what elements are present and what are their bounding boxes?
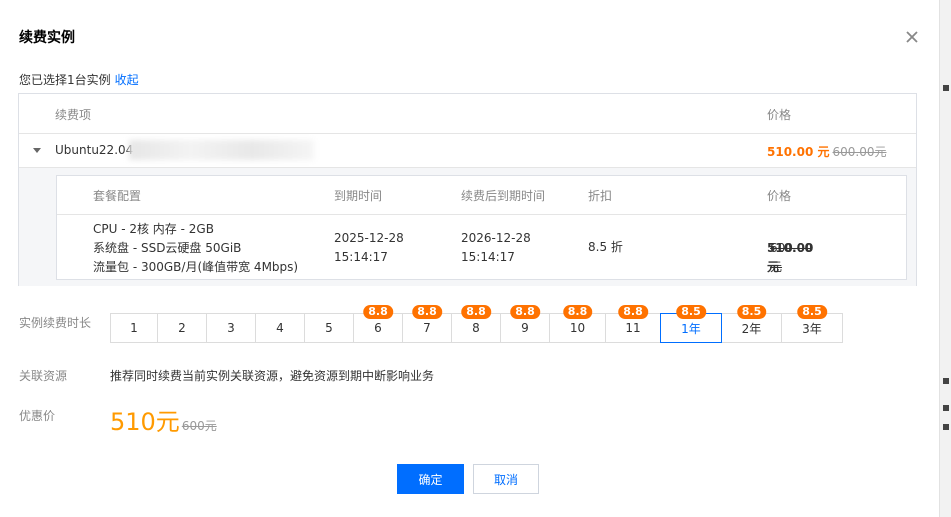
background-mark — [943, 85, 949, 91]
selected-info: 您已选择1台实例 收起 — [19, 71, 139, 88]
collapse-link[interactable]: 收起 — [115, 73, 139, 87]
config-disk: 系统盘 - SSD云硬盘 50GiB — [93, 241, 242, 255]
price-now: 510.00 元 — [767, 145, 830, 159]
dialog-title: 续费实例 — [19, 30, 75, 46]
discount-price-now: 510元 — [110, 408, 180, 436]
duration-option-label: 8 — [472, 321, 480, 335]
header-price: 价格 — [767, 189, 792, 203]
price-original: 600.00元 — [770, 241, 812, 274]
row-detail-panel: 套餐配置 到期时间 续费后到期时间 折扣 价格 CPU - 2核 内存 - 2G… — [19, 168, 916, 286]
config-cpu-memory: CPU - 2核 内存 - 2GB — [93, 222, 214, 236]
duration-option[interactable]: 7 8.8 — [402, 305, 452, 343]
header-price: 价格 — [767, 108, 792, 122]
background-mark — [943, 378, 949, 384]
discount-badge: 8.5 — [736, 305, 767, 319]
duration-option[interactable]: 3年 8.5 — [781, 305, 843, 343]
duration-option[interactable]: 4 — [255, 313, 305, 343]
discount-price: 510元 600元 — [110, 402, 217, 437]
duration-option[interactable]: 2 — [157, 313, 207, 343]
duration-option-label: 1 — [130, 321, 138, 335]
background-mark — [943, 405, 949, 411]
duration-option-label: 5 — [325, 321, 333, 335]
duration-option-label: 2 — [178, 321, 186, 335]
header-discount: 折扣 — [588, 189, 613, 203]
table-row: Ubuntu22.04 510.00 元 600.00元 — [19, 134, 916, 168]
duration-option[interactable]: 9 8.8 — [500, 305, 550, 343]
expire-date: 2025-12-28 — [334, 231, 404, 245]
expire-time: 15:14:17 — [334, 250, 388, 264]
related-resources-label: 关联资源 — [19, 369, 68, 383]
config-table: 套餐配置 到期时间 续费后到期时间 折扣 价格 CPU - 2核 内存 - 2G… — [56, 175, 907, 280]
header-renew-expire: 续费后到期时间 — [461, 189, 546, 203]
header-config: 套餐配置 — [93, 189, 142, 203]
discount-price-label: 优惠价 — [19, 409, 56, 423]
header-expire: 到期时间 — [334, 189, 383, 203]
cancel-button[interactable]: 取消 — [473, 464, 539, 494]
duration-selector: 1 2 3 4 5 6 8.8 7 8.8 8 8.8 9 8.8 10 8.8 11 8.8 1年 8.5 2年 8.… — [110, 305, 843, 343]
discount-price-original: 600元 — [181, 419, 217, 433]
selected-count-text: 您已选择1台实例 — [19, 73, 111, 87]
duration-option[interactable]: 5 — [304, 313, 354, 343]
duration-option[interactable]: 6 8.8 — [353, 305, 403, 343]
renew-items-table: 续费项 价格 Ubuntu22.04 510.00 元 600.00元 套餐配置 … — [18, 93, 917, 286]
instance-name: Ubuntu22.04 — [55, 143, 134, 157]
redacted-region — [129, 140, 314, 160]
duration-option-label: 2年 — [741, 321, 762, 336]
expand-caret-icon[interactable] — [33, 148, 41, 153]
renew-expire-time: 15:14:17 — [461, 250, 515, 264]
discount-badge: 8.8 — [562, 305, 593, 319]
header-renew-item: 续费项 — [55, 108, 92, 122]
duration-option-label: 9 — [521, 321, 529, 335]
discount-badge: 8.8 — [461, 305, 491, 319]
duration-option-label: 10 — [569, 321, 586, 335]
config-table-header: 套餐配置 到期时间 续费后到期时间 折扣 价格 — [57, 176, 906, 215]
background-window-edge — [939, 0, 951, 517]
close-icon[interactable] — [903, 28, 921, 46]
price-original: 600.00元 — [832, 145, 887, 159]
related-resources-text: 推荐同时续费当前实例关联资源，避免资源到期中断影响业务 — [110, 369, 435, 383]
duration-option-label: 3 — [227, 321, 235, 335]
table-header: 续费项 价格 — [19, 94, 916, 134]
config-traffic: 流量包 - 300GB/月(峰值带宽 4Mbps) — [93, 260, 299, 274]
duration-option-label: 4 — [276, 321, 284, 335]
duration-option-label: 1年 — [681, 321, 701, 336]
discount-badge: 8.5 — [797, 305, 827, 319]
discount-badge: 8.5 — [676, 305, 706, 319]
duration-option-label: 3年 — [802, 321, 822, 336]
duration-option[interactable]: 3 — [206, 313, 256, 343]
duration-option[interactable]: 1年 8.5 — [660, 305, 722, 343]
duration-option[interactable]: 8 8.8 — [451, 305, 501, 343]
discount-badge: 8.8 — [618, 305, 648, 319]
discount-badge: 8.8 — [510, 305, 540, 319]
duration-option-label: 7 — [423, 321, 431, 335]
renew-dialog: 续费实例 您已选择1台实例 收起 续费项 价格 Ubuntu22.04 510.0… — [0, 0, 939, 517]
duration-option[interactable]: 10 8.8 — [549, 305, 606, 343]
discount-badge: 8.8 — [412, 305, 442, 319]
duration-label: 实例续费时长 — [19, 316, 92, 330]
duration-option[interactable]: 11 8.8 — [605, 305, 661, 343]
background-mark — [943, 424, 949, 430]
discount-badge: 8.8 — [363, 305, 393, 319]
duration-option[interactable]: 1 — [110, 313, 158, 343]
confirm-button[interactable]: 确定 — [397, 464, 464, 494]
row-price: 510.00 元 600.00元 — [767, 143, 887, 160]
duration-option[interactable]: 2年 8.5 — [721, 305, 782, 343]
discount-value: 8.5 折 — [588, 240, 623, 254]
duration-option-label: 11 — [625, 321, 641, 335]
duration-option-label: 6 — [374, 321, 382, 335]
renew-expire-date: 2026-12-28 — [461, 231, 531, 245]
